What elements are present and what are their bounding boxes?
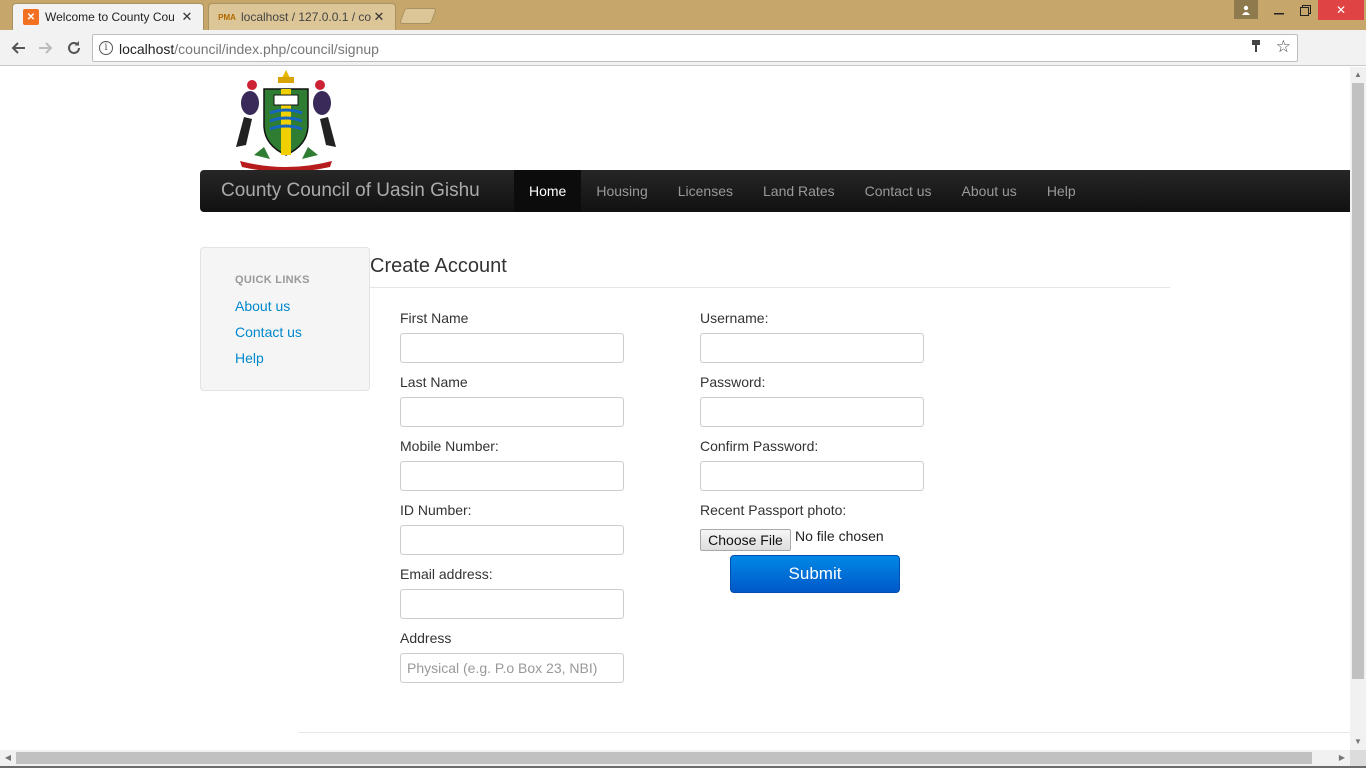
mobile-number-input[interactable]	[400, 461, 624, 491]
nav-housing[interactable]: Housing	[581, 170, 662, 212]
quick-link-contact-us[interactable]: Contact us	[235, 324, 302, 340]
quick-link-about-us[interactable]: About us	[235, 298, 290, 314]
vertical-scrollbar[interactable]: ▲ ▼	[1350, 67, 1366, 750]
quick-links-header: QUICK LINKS	[235, 274, 310, 286]
horizontal-scrollbar[interactable]: ◀ ▶	[0, 750, 1350, 766]
tab-close-icon[interactable]: ✕	[371, 9, 387, 25]
scroll-up-arrow-icon[interactable]: ▲	[1350, 67, 1366, 83]
scrollbar-corner	[1350, 750, 1366, 766]
form-divider	[370, 287, 1170, 288]
footer-divider	[298, 732, 1350, 733]
address-label: Address	[400, 630, 452, 646]
file-status-text: No file chosen	[795, 528, 884, 544]
email-label: Email address:	[400, 566, 493, 582]
url-text[interactable]: localhost/council/index.php/council/sign…	[119, 41, 379, 57]
quick-link-help[interactable]: Help	[235, 350, 264, 366]
first-name-label: First Name	[400, 310, 469, 326]
vertical-scroll-thumb[interactable]	[1352, 83, 1364, 679]
forward-arrow-icon[interactable]	[34, 36, 58, 60]
mobile-number-label: Mobile Number:	[400, 438, 499, 454]
username-label: Username:	[700, 310, 769, 326]
nav-menu: Home Housing Licenses Land Rates Contact…	[514, 170, 1091, 212]
key-icon[interactable]	[1251, 39, 1261, 56]
submit-button[interactable]: Submit	[730, 555, 900, 593]
username-input[interactable]	[700, 333, 924, 363]
nav-licenses[interactable]: Licenses	[663, 170, 748, 212]
nav-land-rates[interactable]: Land Rates	[748, 170, 850, 212]
id-number-input[interactable]	[400, 525, 624, 555]
address-bar[interactable]: i localhost/council/index.php/council/si…	[92, 34, 1298, 62]
site-navbar: County Council of Uasin Gishu Home Housi…	[200, 170, 1350, 212]
tab-welcome[interactable]: ✕ Welcome to County Cou ✕	[12, 3, 204, 30]
browser-toolbar: i localhost/council/index.php/council/si…	[0, 30, 1366, 86]
minimize-icon[interactable]	[1266, 0, 1292, 20]
email-input[interactable]	[400, 589, 624, 619]
window-close-icon[interactable]: ✕	[1318, 0, 1364, 20]
browser-titlebar: ✕ Welcome to County Cou ✕ PMA localhost …	[0, 0, 1366, 30]
county-crest-logo	[236, 70, 336, 171]
id-number-label: ID Number:	[400, 502, 472, 518]
confirm-password-input[interactable]	[700, 461, 924, 491]
scroll-right-arrow-icon[interactable]: ▶	[1334, 750, 1350, 766]
quick-links-panel: QUICK LINKS About us Contact us Help	[200, 247, 370, 391]
passport-photo-label: Recent Passport photo:	[700, 502, 847, 518]
tab-title: Welcome to County Cou	[45, 10, 175, 24]
scroll-down-arrow-icon[interactable]: ▼	[1350, 734, 1366, 750]
phpmyadmin-icon: PMA	[218, 12, 236, 22]
last-name-input[interactable]	[400, 397, 624, 427]
nav-contact-us[interactable]: Contact us	[850, 170, 947, 212]
last-name-label: Last Name	[400, 374, 468, 390]
horizontal-scroll-thumb[interactable]	[16, 752, 1312, 764]
user-profile-icon[interactable]	[1234, 0, 1258, 19]
tab-title: localhost / 127.0.0.1 / co	[241, 10, 371, 24]
address-input[interactable]	[400, 653, 624, 683]
nav-help[interactable]: Help	[1032, 170, 1091, 212]
password-label: Password:	[700, 374, 766, 390]
first-name-input[interactable]	[400, 333, 624, 363]
password-input[interactable]	[700, 397, 924, 427]
confirm-password-label: Confirm Password:	[700, 438, 819, 454]
reload-icon[interactable]	[62, 36, 86, 60]
tab-phpmyadmin[interactable]: PMA localhost / 127.0.0.1 / co ✕	[208, 3, 396, 30]
nav-about-us[interactable]: About us	[947, 170, 1032, 212]
xampp-icon: ✕	[23, 9, 39, 25]
choose-file-button[interactable]: Choose File	[700, 529, 791, 551]
nav-home[interactable]: Home	[514, 170, 582, 212]
restore-icon[interactable]	[1292, 0, 1318, 20]
info-icon[interactable]: i	[99, 41, 113, 55]
back-arrow-icon[interactable]	[6, 36, 30, 60]
scroll-left-arrow-icon[interactable]: ◀	[0, 750, 16, 766]
page-viewport: County Council of Uasin Gishu Home Housi…	[0, 67, 1350, 750]
new-tab-button[interactable]	[399, 8, 437, 24]
bookmark-star-icon[interactable]: ☆	[1276, 37, 1291, 57]
tab-close-icon[interactable]: ✕	[179, 9, 195, 25]
form-title: Create Account	[370, 255, 507, 277]
site-brand[interactable]: County Council of Uasin Gishu	[221, 180, 480, 202]
